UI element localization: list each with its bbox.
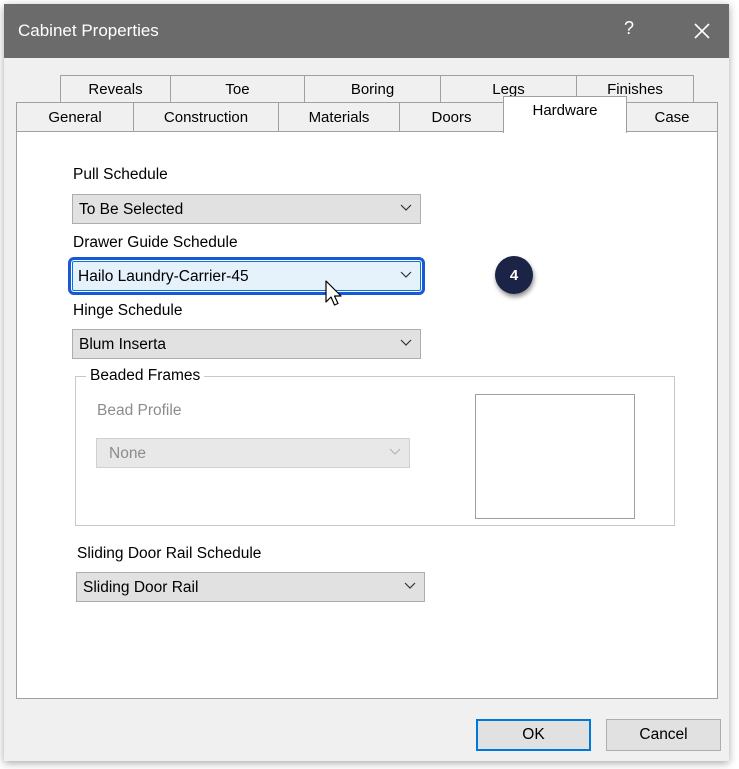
hinge-schedule-label: Hinge Schedule (73, 302, 183, 319)
tab-boring[interactable]: Boring (304, 75, 441, 103)
hinge-schedule-value: Blum Inserta (79, 336, 167, 353)
help-button[interactable]: ? (619, 18, 639, 39)
bead-profile-preview (475, 394, 635, 519)
chevron-down-icon (400, 339, 412, 346)
tab-construction[interactable]: Construction (133, 102, 279, 132)
bead-profile-select: None (96, 438, 410, 468)
chevron-down-icon (400, 204, 412, 211)
tab-case[interactable]: Case (626, 102, 718, 132)
beaded-frames-legend: Beaded Frames (86, 367, 205, 385)
hardware-tab-panel: Pull Schedule To Be Selected Drawer Guid… (16, 131, 718, 699)
chevron-down-icon (389, 448, 401, 455)
close-icon (694, 23, 710, 39)
tab-doors[interactable]: Doors (399, 102, 504, 132)
hinge-schedule-select[interactable]: Blum Inserta (72, 329, 421, 359)
drawer-guide-schedule-label: Drawer Guide Schedule (73, 234, 238, 251)
pull-schedule-value: To Be Selected (79, 201, 184, 218)
chevron-down-icon (400, 271, 412, 278)
step-number-badge: 4 (495, 256, 533, 294)
bead-profile-value: None (109, 445, 147, 462)
tab-materials[interactable]: Materials (278, 102, 400, 132)
chevron-down-icon (404, 582, 416, 589)
cabinet-properties-dialog: Cabinet Properties ? Reveals Toe Boring … (4, 4, 729, 761)
tab-hardware[interactable]: Hardware (503, 96, 627, 133)
title-bar: Cabinet Properties ? (4, 4, 729, 58)
sliding-door-rail-schedule-value: Sliding Door Rail (83, 579, 199, 596)
cancel-button[interactable]: Cancel (606, 719, 721, 751)
mouse-pointer-icon (325, 280, 342, 306)
window-title: Cabinet Properties (18, 21, 159, 40)
beaded-frames-group: Beaded Frames Bead Profile None (75, 367, 675, 526)
close-button[interactable] (685, 14, 719, 48)
tab-general[interactable]: General (16, 102, 134, 132)
drawer-guide-schedule-select[interactable]: Hailo Laundry-Carrier-45 (68, 257, 425, 295)
sliding-door-rail-schedule-select[interactable]: Sliding Door Rail (76, 572, 425, 602)
ok-button[interactable]: OK (476, 719, 591, 751)
pull-schedule-label: Pull Schedule (73, 166, 168, 183)
tab-reveals[interactable]: Reveals (60, 75, 171, 103)
drawer-guide-schedule-value: Hailo Laundry-Carrier-45 (78, 268, 249, 285)
sliding-door-rail-schedule-label: Sliding Door Rail Schedule (77, 545, 262, 562)
tab-toe[interactable]: Toe (170, 75, 305, 103)
bead-profile-label: Bead Profile (97, 402, 182, 419)
pull-schedule-select[interactable]: To Be Selected (72, 194, 421, 224)
